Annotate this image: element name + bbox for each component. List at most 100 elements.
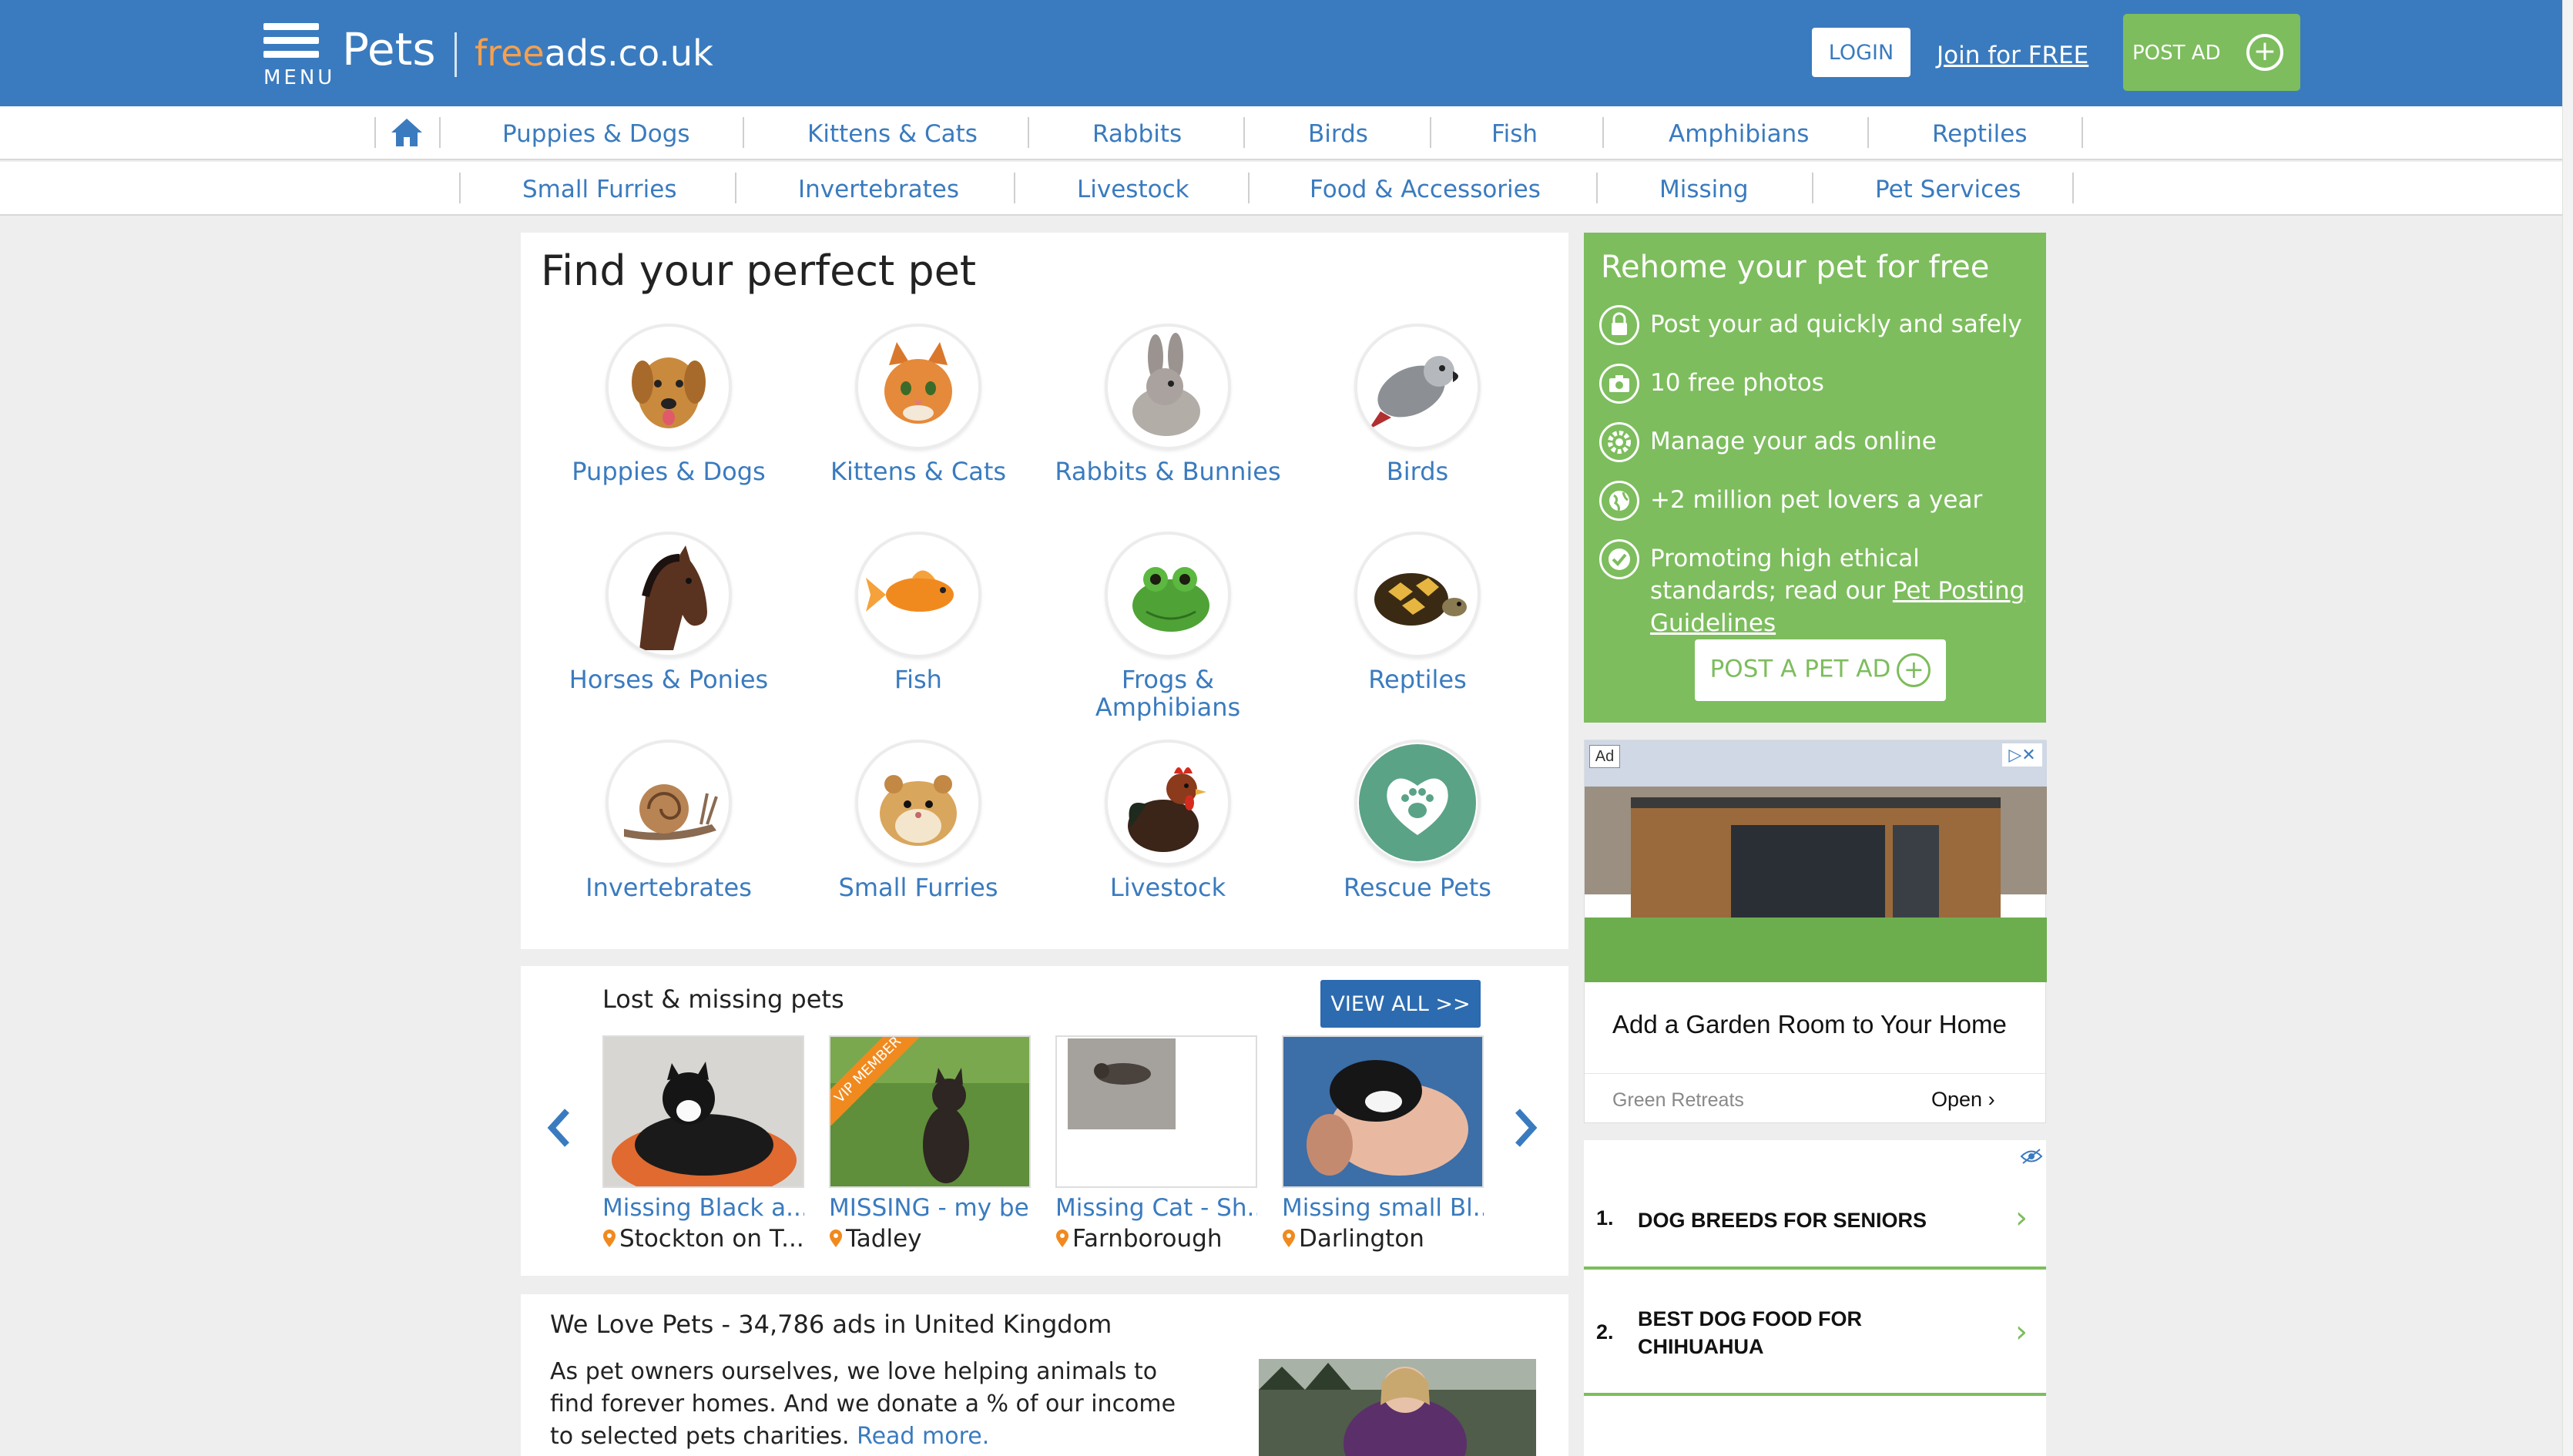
login-button[interactable]: LOGIN xyxy=(1812,28,1910,77)
category-label: Invertebrates xyxy=(585,873,752,902)
read-more-link[interactable]: Read more. xyxy=(857,1423,989,1450)
view-all-button[interactable]: VIEW ALL >> xyxy=(1320,980,1481,1028)
category-frogs-amphibians[interactable]: Frogs & Amphibians xyxy=(1052,532,1283,721)
category-rabbits-bunnies[interactable]: Rabbits & Bunnies xyxy=(1052,324,1283,485)
category-kittens-cats[interactable]: Kittens & Cats xyxy=(803,324,1034,485)
ad-footer: Green Retreats Open › xyxy=(1585,1073,2047,1124)
related-search-item[interactable]: 2. BEST DOG FOOD FOR CHIHUAHUA › xyxy=(1584,1273,2046,1396)
missing-pet-card[interactable]: Missing Black a... Stockton on T... xyxy=(602,1035,804,1253)
post-pet-ad-label: POST A PET AD xyxy=(1709,655,1891,683)
nav-livestock[interactable]: Livestock xyxy=(1077,176,1189,203)
nav-divider xyxy=(1602,117,1604,148)
scrollbar[interactable] xyxy=(2562,0,2573,1456)
category-fish[interactable]: Fish xyxy=(803,532,1034,693)
nav-puppies-dogs[interactable]: Puppies & Dogs xyxy=(502,120,690,148)
chevron-right-icon: › xyxy=(2015,1200,2028,1236)
nav-rabbits[interactable]: Rabbits xyxy=(1092,120,1182,148)
missing-pet-photo xyxy=(1282,1035,1484,1188)
related-search-number: 2. xyxy=(1596,1320,1614,1344)
find-pet-panel: Find your perfect pet Puppies & Dogs Kit… xyxy=(521,233,1568,949)
nav-divider xyxy=(1028,117,1029,148)
ad-close-icon[interactable]: ▷✕ xyxy=(2002,743,2042,767)
brand-title[interactable]: Pets xyxy=(342,23,436,75)
nav-fish[interactable]: Fish xyxy=(1491,120,1538,148)
ad-image[interactable] xyxy=(1585,740,2047,982)
nav-divider xyxy=(1812,173,1813,203)
nav-food-accessories[interactable]: Food & Accessories xyxy=(1310,176,1541,203)
category-rescue-pets[interactable]: Rescue Pets xyxy=(1302,740,1533,901)
category-small-furries[interactable]: Small Furries xyxy=(803,740,1034,901)
category-label: Horses & Ponies xyxy=(569,665,769,694)
category-invertebrates[interactable]: Invertebrates xyxy=(553,740,784,901)
rehome-panel: Rehome your pet for free Post your ad qu… xyxy=(1584,233,2046,723)
category-label: Rabbits & Bunnies xyxy=(1055,457,1281,486)
join-link[interactable]: Join for FREE xyxy=(1937,42,2088,69)
nav-small-furries[interactable]: Small Furries xyxy=(522,176,677,203)
missing-pet-title: MISSING - my be... xyxy=(829,1194,1031,1222)
category-horses-ponies[interactable]: Horses & Ponies xyxy=(553,532,784,693)
chevron-right-icon: › xyxy=(1988,1088,1995,1111)
nav-divider xyxy=(2082,117,2083,148)
nav-invertebrates[interactable]: Invertebrates xyxy=(798,176,959,203)
category-birds[interactable]: Birds xyxy=(1302,324,1533,485)
nav-divider xyxy=(1014,173,1015,203)
advertisement[interactable]: Ad ▷✕ Add a Garden Room to Your Home Gre… xyxy=(1584,740,2047,1124)
gear-icon xyxy=(1599,422,1639,462)
dog-icon xyxy=(606,324,732,450)
nav-amphibians[interactable]: Amphibians xyxy=(1669,120,1809,148)
missing-pet-card[interactable]: Missing Cat - Sh... Farnborough xyxy=(1055,1035,1257,1253)
menu-button[interactable]: MENU xyxy=(260,23,337,89)
category-puppies-dogs[interactable]: Puppies & Dogs xyxy=(553,324,784,485)
category-label: Frogs & Amphibians xyxy=(1095,665,1241,722)
related-search-text: BEST DOG FOOD FOR CHIHUAHUA xyxy=(1638,1307,1863,1358)
ad-headline[interactable]: Add a Garden Room to Your Home xyxy=(1612,1010,2007,1039)
missing-pet-title: Missing Black a... xyxy=(602,1194,804,1222)
brand-divider xyxy=(455,32,457,77)
site-logo[interactable]: freeads.co.uk xyxy=(475,32,713,74)
frog-icon xyxy=(1105,532,1231,658)
lost-missing-title: Lost & missing pets xyxy=(602,985,844,1014)
ad-open-button[interactable]: Open › xyxy=(1931,1088,1995,1112)
rehome-feature-text-main: Promoting high ethical standards; read o… xyxy=(1650,545,1920,605)
site-header: MENU Pets freeads.co.uk LOGIN Join for F… xyxy=(0,0,2562,106)
carousel-next-icon[interactable] xyxy=(1511,1105,1539,1151)
missing-pet-location-text: Darlington xyxy=(1299,1225,1424,1253)
category-label: Kittens & Cats xyxy=(830,457,1007,486)
we-love-pets-panel: We Love Pets - 34,786 ads in United King… xyxy=(521,1294,1568,1456)
nav-missing[interactable]: Missing xyxy=(1659,176,1749,203)
category-livestock[interactable]: Livestock xyxy=(1052,740,1283,901)
nav-reptiles[interactable]: Reptiles xyxy=(1932,120,2028,148)
post-ad-button[interactable]: POST AD + xyxy=(2123,14,2300,91)
lost-missing-panel: Lost & missing pets VIEW ALL >> Missing … xyxy=(521,966,1568,1276)
we-love-pets-text: As pet owners ourselves, we love helping… xyxy=(550,1356,1182,1453)
missing-pet-location: Tadley xyxy=(829,1225,1031,1253)
plus-circle-icon: + xyxy=(2246,34,2283,71)
related-search-item[interactable]: 1. DOG BREEDS FOR SENIORS › xyxy=(1584,1171,2046,1270)
nav-kittens-cats[interactable]: Kittens & Cats xyxy=(807,120,978,148)
rehome-title: Rehome your pet for free xyxy=(1601,250,1990,285)
post-pet-ad-button[interactable]: POST A PET AD + xyxy=(1695,639,1946,701)
menu-label: MENU xyxy=(263,66,336,89)
missing-pet-card[interactable]: VIP MEMBER MISSING - my be... Tadley xyxy=(829,1035,1031,1253)
eye-icon[interactable] xyxy=(2020,1148,2043,1165)
category-label: Rescue Pets xyxy=(1344,873,1491,902)
post-ad-label: POST AD xyxy=(2132,42,2221,65)
rabbit-icon xyxy=(1105,324,1231,450)
category-label: Puppies & Dogs xyxy=(572,457,766,486)
missing-pet-card[interactable]: Missing small Bl... Darlington xyxy=(1282,1035,1484,1253)
home-icon[interactable] xyxy=(390,117,424,148)
category-reptiles[interactable]: Reptiles xyxy=(1302,532,1533,693)
nav-pet-services[interactable]: Pet Services xyxy=(1875,176,2021,203)
we-love-pets-title: We Love Pets - 34,786 ads in United King… xyxy=(550,1310,1112,1339)
missing-pet-location-text: Stockton on T... xyxy=(619,1225,804,1253)
rehome-feature-text: Promoting high ethical standards; read o… xyxy=(1650,542,2035,639)
missing-pet-location: Farnborough xyxy=(1055,1225,1257,1253)
missing-pet-title: Missing Cat - Sh... xyxy=(1055,1194,1257,1222)
carousel-prev-icon[interactable] xyxy=(545,1105,573,1151)
nav-secondary: Small Furries Invertebrates Livestock Fo… xyxy=(0,162,2562,216)
ad-badge: Ad xyxy=(1589,745,1620,768)
related-search-number: 1. xyxy=(1596,1206,1614,1230)
nav-birds[interactable]: Birds xyxy=(1308,120,1368,148)
missing-pet-location: Stockton on T... xyxy=(602,1225,804,1253)
nav-divider xyxy=(1243,117,1245,148)
